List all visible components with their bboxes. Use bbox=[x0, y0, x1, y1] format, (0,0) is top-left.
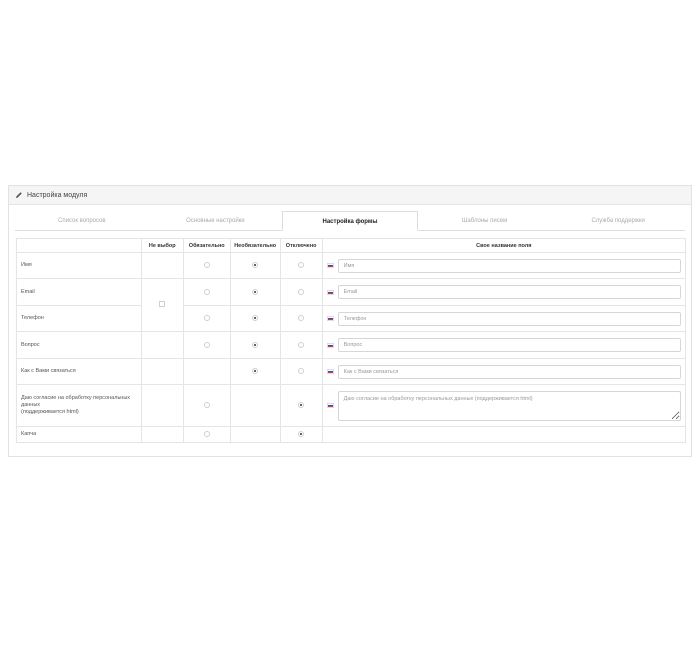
consent-label-line: данных bbox=[21, 402, 41, 408]
pencil-icon bbox=[15, 191, 23, 199]
no-choice-cell bbox=[140, 426, 184, 443]
question-field-title-input[interactable] bbox=[337, 338, 681, 352]
russian-flag-icon bbox=[326, 369, 334, 374]
email-field-title-input[interactable] bbox=[337, 285, 681, 299]
consent-label-line: Даю согласие на обработку персональных bbox=[21, 395, 131, 401]
table-row: Имя bbox=[16, 252, 687, 279]
table-row: Как с Вами связаться bbox=[16, 358, 687, 385]
phone-optional-radio[interactable] bbox=[252, 315, 259, 322]
tab-email-templates[interactable]: Шаблоны писем bbox=[418, 211, 552, 230]
no-choice-cell bbox=[140, 331, 184, 359]
russian-flag-icon bbox=[326, 316, 334, 321]
column-header-disabled: Отключено bbox=[279, 238, 323, 253]
question-disabled-radio[interactable] bbox=[298, 341, 305, 348]
column-header-no-choice: Не выбор bbox=[140, 238, 184, 253]
table-row: Телефон bbox=[16, 305, 687, 332]
consent-label-line: (поддерживается html) bbox=[21, 409, 79, 415]
tab-question-list[interactable]: Список вопросов bbox=[15, 211, 149, 230]
tab-support-service[interactable]: Служба поддержки bbox=[551, 211, 685, 230]
no-choice-checkbox[interactable] bbox=[159, 301, 166, 307]
table-row: Даю согласие на обработку персональных д… bbox=[16, 384, 687, 427]
russian-flag-icon bbox=[326, 289, 334, 295]
question-required-radio[interactable] bbox=[203, 341, 210, 348]
consent-disabled-radio[interactable] bbox=[298, 402, 305, 409]
no-choice-cell bbox=[140, 358, 184, 385]
russian-flag-icon bbox=[326, 263, 334, 268]
captcha-required-radio[interactable] bbox=[203, 431, 210, 438]
table-row: Вопрос bbox=[16, 331, 687, 359]
russian-flag-icon bbox=[326, 403, 334, 408]
name-required-radio[interactable] bbox=[203, 262, 210, 269]
panel-title: Настройка модуля bbox=[27, 191, 88, 199]
tab-bar: Список вопросов Основные настройки Настр… bbox=[15, 211, 685, 231]
row-label-name: Имя bbox=[16, 252, 142, 279]
column-header-optional: Необязательно bbox=[229, 238, 281, 253]
name-disabled-radio[interactable] bbox=[298, 262, 305, 269]
table-row: Email bbox=[16, 278, 687, 332]
no-choice-cell bbox=[140, 384, 184, 427]
row-label-email: Email bbox=[16, 278, 142, 306]
module-settings-panel: Настройка модуля Список вопросов Основны… bbox=[8, 185, 692, 457]
row-label-captcha: Капча bbox=[16, 426, 142, 443]
column-header-required: Обязательно bbox=[182, 238, 231, 253]
contact-disabled-radio[interactable] bbox=[298, 368, 305, 375]
consent-required-radio[interactable] bbox=[203, 402, 210, 409]
email-required-radio[interactable] bbox=[203, 288, 210, 295]
captcha-name-cell bbox=[321, 426, 687, 443]
row-label-contact-method: Как с Вами связаться bbox=[16, 358, 142, 385]
captcha-disabled-radio[interactable] bbox=[298, 431, 305, 438]
question-optional-radio[interactable] bbox=[252, 341, 259, 348]
phone-required-radio[interactable] bbox=[203, 315, 210, 322]
optional-cell bbox=[229, 426, 281, 443]
no-choice-cell bbox=[140, 252, 184, 279]
email-disabled-radio[interactable] bbox=[298, 288, 305, 295]
table-row: Капча bbox=[16, 426, 687, 443]
table-header-row: Не выбор Обязательно Необязательно Отклю… bbox=[16, 238, 687, 253]
russian-flag-icon bbox=[326, 342, 334, 348]
contact-field-title-input[interactable] bbox=[337, 364, 681, 379]
phone-email-no-choice-cell bbox=[140, 278, 184, 332]
required-cell bbox=[182, 358, 231, 385]
consent-field-title-textarea[interactable] bbox=[337, 390, 681, 421]
row-label-consent: Даю согласие на обработку персональных д… bbox=[16, 384, 142, 427]
tab-form-settings[interactable]: Настройка формы bbox=[282, 211, 418, 231]
row-label-question: Вопрос bbox=[16, 331, 142, 359]
panel-body: Список вопросов Основные настройки Настр… bbox=[9, 205, 691, 456]
optional-cell bbox=[229, 384, 281, 427]
tab-main-settings[interactable]: Основные настройки bbox=[149, 211, 283, 230]
column-header-field bbox=[16, 238, 142, 253]
phone-field-title-input[interactable] bbox=[337, 311, 681, 326]
phone-disabled-radio[interactable] bbox=[298, 315, 305, 322]
contact-optional-radio[interactable] bbox=[252, 368, 259, 375]
form-fields-table: Не выбор Обязательно Необязательно Отклю… bbox=[16, 238, 687, 443]
name-field-title-input[interactable] bbox=[337, 258, 681, 273]
column-header-custom-name: Свое название поля bbox=[321, 238, 687, 253]
email-optional-radio[interactable] bbox=[252, 288, 259, 295]
panel-heading: Настройка модуля bbox=[9, 186, 691, 205]
name-optional-radio[interactable] bbox=[252, 262, 259, 269]
row-label-phone: Телефон bbox=[16, 305, 142, 332]
